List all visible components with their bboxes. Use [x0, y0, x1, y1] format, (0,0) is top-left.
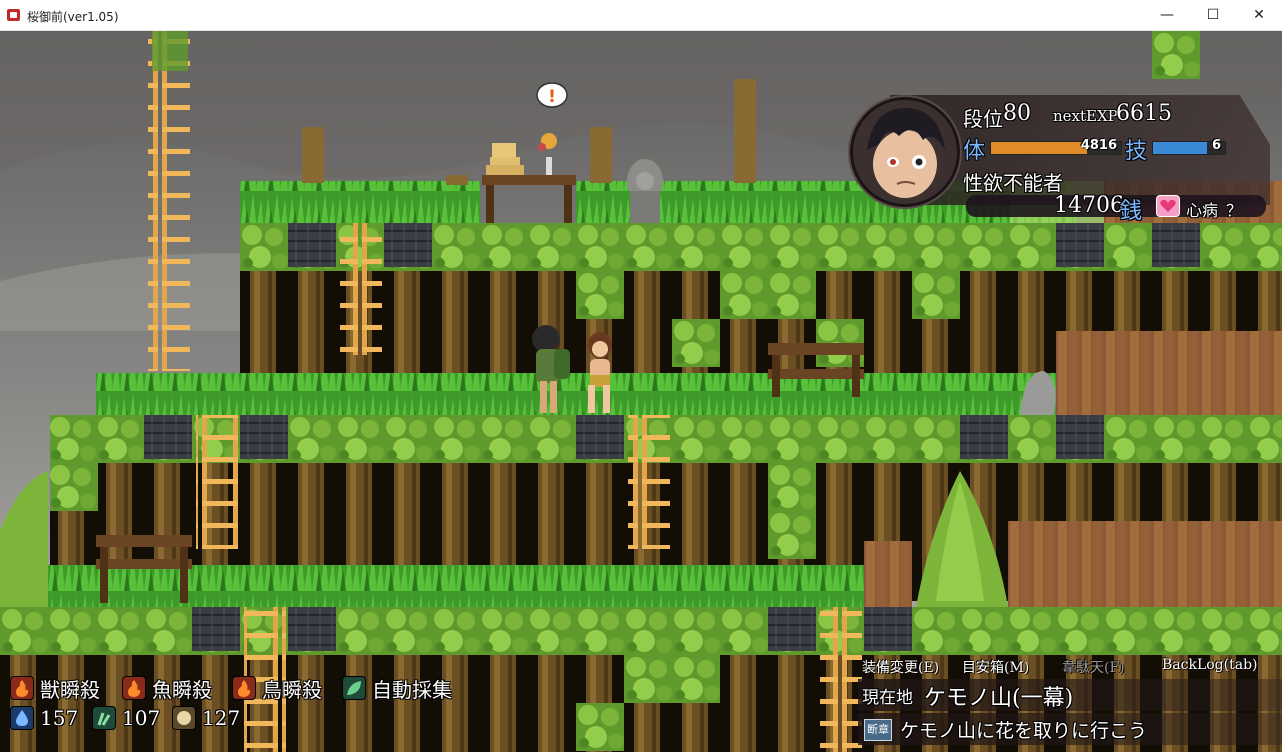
character-portrait	[850, 97, 960, 207]
hp-bar: 4816	[990, 138, 1122, 155]
next-exp-label: nextEXP	[1053, 107, 1118, 125]
rank-value: 80	[1003, 101, 1031, 126]
hp-value: 4816	[1080, 138, 1117, 153]
close-button[interactable]: ✕	[1236, 0, 1282, 30]
fire-icon	[10, 676, 34, 700]
alert-mark: !	[548, 87, 556, 107]
window-title: 桜御前(ver1.05)	[27, 10, 119, 24]
location-label: 現在地	[862, 688, 913, 708]
resource-value: 127	[202, 706, 241, 730]
resource-herb: 107	[92, 705, 160, 731]
idaten-menu[interactable]: 韋駄天(F)	[1062, 657, 1125, 677]
disease-label: 心病	[1186, 201, 1219, 220]
maximize-button[interactable]: ☐	[1190, 0, 1236, 30]
sp-label: 技	[1125, 139, 1148, 164]
sp-value: 6	[1211, 138, 1221, 153]
status-condition: 性欲不能者	[963, 171, 1063, 195]
location-value: ケモノ山(一幕)	[924, 686, 1074, 711]
equip-menu[interactable]: 装備変更(E)	[862, 657, 939, 677]
backlog-menu[interactable]: BackLog(tab)	[1162, 657, 1258, 673]
game-viewport[interactable]: ! 段位 80 nextEXP 6615 体 4816 技 6 性欲不能者 14…	[0, 31, 1282, 752]
next-exp-value: 6615	[1116, 101, 1172, 126]
resource-value: 107	[122, 706, 161, 730]
quest-text: ケモノ山に花を取りに行こう	[900, 720, 1148, 742]
leaf-icon	[342, 676, 366, 700]
skill-label: 自動採集	[372, 677, 452, 702]
skill-bird-kill[interactable]: 鳥瞬殺	[232, 675, 322, 702]
quest-row: 断章 ケモノ山に花を取りに行こう	[858, 713, 1282, 745]
water-drop-icon	[10, 706, 34, 730]
disease-value: ？	[1226, 201, 1243, 220]
skill-label: 鳥瞬殺	[262, 677, 322, 702]
window-titlebar: 桜御前(ver1.05) — ☐ ✕	[0, 0, 1282, 31]
info-panel: 装備変更(E) 目安箱(M) 韋駄天(F) BackLog(tab) 現在地 ケ…	[858, 653, 1282, 752]
money-unit: 銭	[1120, 199, 1143, 224]
heart-icon	[1156, 195, 1180, 217]
status-hud: 段位 80 nextEXP 6615 体 4816 技 6 性欲不能者 1470…	[840, 65, 1280, 225]
money-value: 14706	[1054, 193, 1124, 218]
fire-icon	[232, 676, 256, 700]
resource-value: 157	[40, 706, 79, 730]
menu-row: 装備変更(E) 目安箱(M) 韋駄天(F) BackLog(tab)	[862, 657, 1282, 677]
resource-ore: 127	[172, 705, 240, 731]
herb-icon	[92, 706, 116, 730]
sp-bar: 6	[1152, 138, 1226, 155]
sp-bar-fill	[1153, 142, 1207, 154]
hp-label: 体	[963, 139, 986, 164]
location-row: 現在地 ケモノ山(一幕)	[858, 679, 1282, 711]
skill-beast-kill[interactable]: 獣瞬殺	[10, 675, 100, 702]
skill-auto-gather[interactable]: 自動採集	[342, 675, 452, 702]
skill-fish-kill[interactable]: 魚瞬殺	[122, 675, 212, 702]
app-icon	[7, 9, 20, 21]
hp-bar-fill	[991, 142, 1088, 154]
skill-label: 魚瞬殺	[152, 677, 212, 702]
skill-label: 獣瞬殺	[40, 677, 100, 702]
minimize-button[interactable]: —	[1144, 0, 1190, 30]
resource-water: 157	[10, 705, 78, 731]
fire-icon	[122, 676, 146, 700]
quest-badge: 断章	[864, 719, 892, 741]
goal-box-menu[interactable]: 目安箱(M)	[962, 657, 1029, 677]
rank-label: 段位	[963, 107, 1003, 131]
ore-icon	[172, 706, 196, 730]
alert-bubble: !	[536, 82, 568, 108]
